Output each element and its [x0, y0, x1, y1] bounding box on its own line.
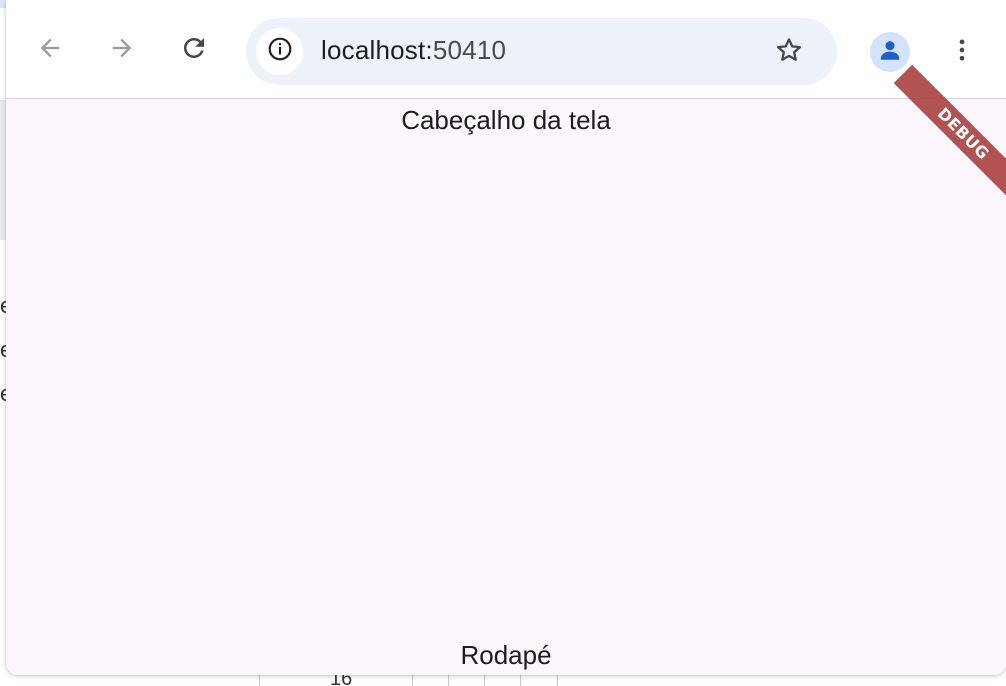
url-port: 50410 [432, 35, 507, 65]
bookmark-button[interactable] [771, 34, 807, 70]
address-bar[interactable]: localhost:50410 [246, 18, 837, 85]
page-header: Cabeçalho da tela [401, 105, 611, 135]
more-vert-icon [948, 36, 976, 69]
reload-button[interactable] [174, 30, 214, 70]
url-text[interactable]: localhost:50410 [321, 35, 506, 66]
url-host: localhost: [321, 35, 433, 65]
browser-menu-button[interactable] [942, 32, 982, 72]
person-icon [877, 37, 903, 68]
app-page: Cabeçalho da tela Rodapé DEBUG [6, 64, 1006, 675]
site-info-button[interactable] [256, 28, 303, 75]
star-icon [774, 35, 804, 70]
browser-window: localhost:50410 Cabeçalho da tela Rodapé… [6, 0, 1006, 675]
info-icon [267, 36, 293, 67]
profile-button[interactable] [870, 32, 910, 72]
arrow-left-icon [36, 34, 64, 67]
forward-button[interactable] [102, 30, 142, 70]
browser-toolbar: localhost:50410 [6, 0, 1006, 99]
page-footer: Rodapé [460, 640, 552, 670]
back-button[interactable] [30, 30, 70, 70]
arrow-right-icon [108, 34, 136, 67]
reload-icon [179, 33, 209, 68]
